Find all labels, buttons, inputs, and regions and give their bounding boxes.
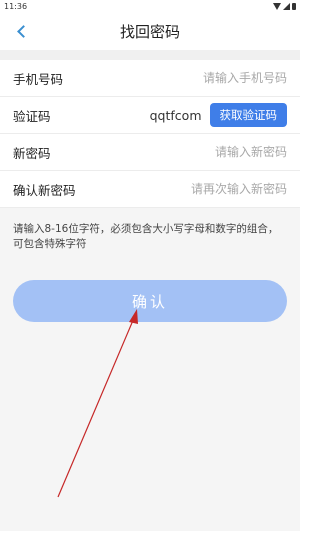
wifi-icon xyxy=(273,2,281,10)
app-header: 找回密码 xyxy=(0,12,300,50)
new-password-label: 新密码 xyxy=(13,145,51,161)
back-button[interactable] xyxy=(13,23,30,39)
section-divider xyxy=(0,50,300,60)
status-bar: 11:36 xyxy=(0,0,300,12)
phone-row: 手机号码 xyxy=(0,60,300,97)
code-row: 验证码 qqtfcom 获取验证码 xyxy=(0,97,300,134)
phone-label: 手机号码 xyxy=(13,71,64,87)
password-hint: 请输入8-16位字符，必须包含大小写字母和数字的组合，可包含特殊字符 xyxy=(13,223,279,250)
confirm-password-input[interactable] xyxy=(103,182,287,196)
new-password-input[interactable] xyxy=(103,145,287,159)
new-password-row: 新密码 xyxy=(0,134,300,171)
signal-icon xyxy=(283,2,290,10)
code-value[interactable]: qqtfcom xyxy=(103,108,210,123)
confirm-password-label: 确认新密码 xyxy=(13,182,76,198)
status-time: 11:36 xyxy=(4,1,28,11)
page-title: 找回密码 xyxy=(119,22,180,41)
confirm-password-row: 确认新密码 xyxy=(0,171,300,208)
battery-icon xyxy=(292,2,296,10)
confirm-button[interactable]: 确认 xyxy=(13,280,287,322)
status-icons xyxy=(273,2,296,10)
get-code-button[interactable]: 获取验证码 xyxy=(209,103,287,127)
phone-input[interactable] xyxy=(103,71,287,85)
code-label: 验证码 xyxy=(13,108,51,124)
hint-area: 请输入8-16位字符，必须包含大小写字母和数字的组合，可包含特殊字符 确认 xyxy=(0,208,300,531)
back-arrow-icon xyxy=(16,24,30,38)
